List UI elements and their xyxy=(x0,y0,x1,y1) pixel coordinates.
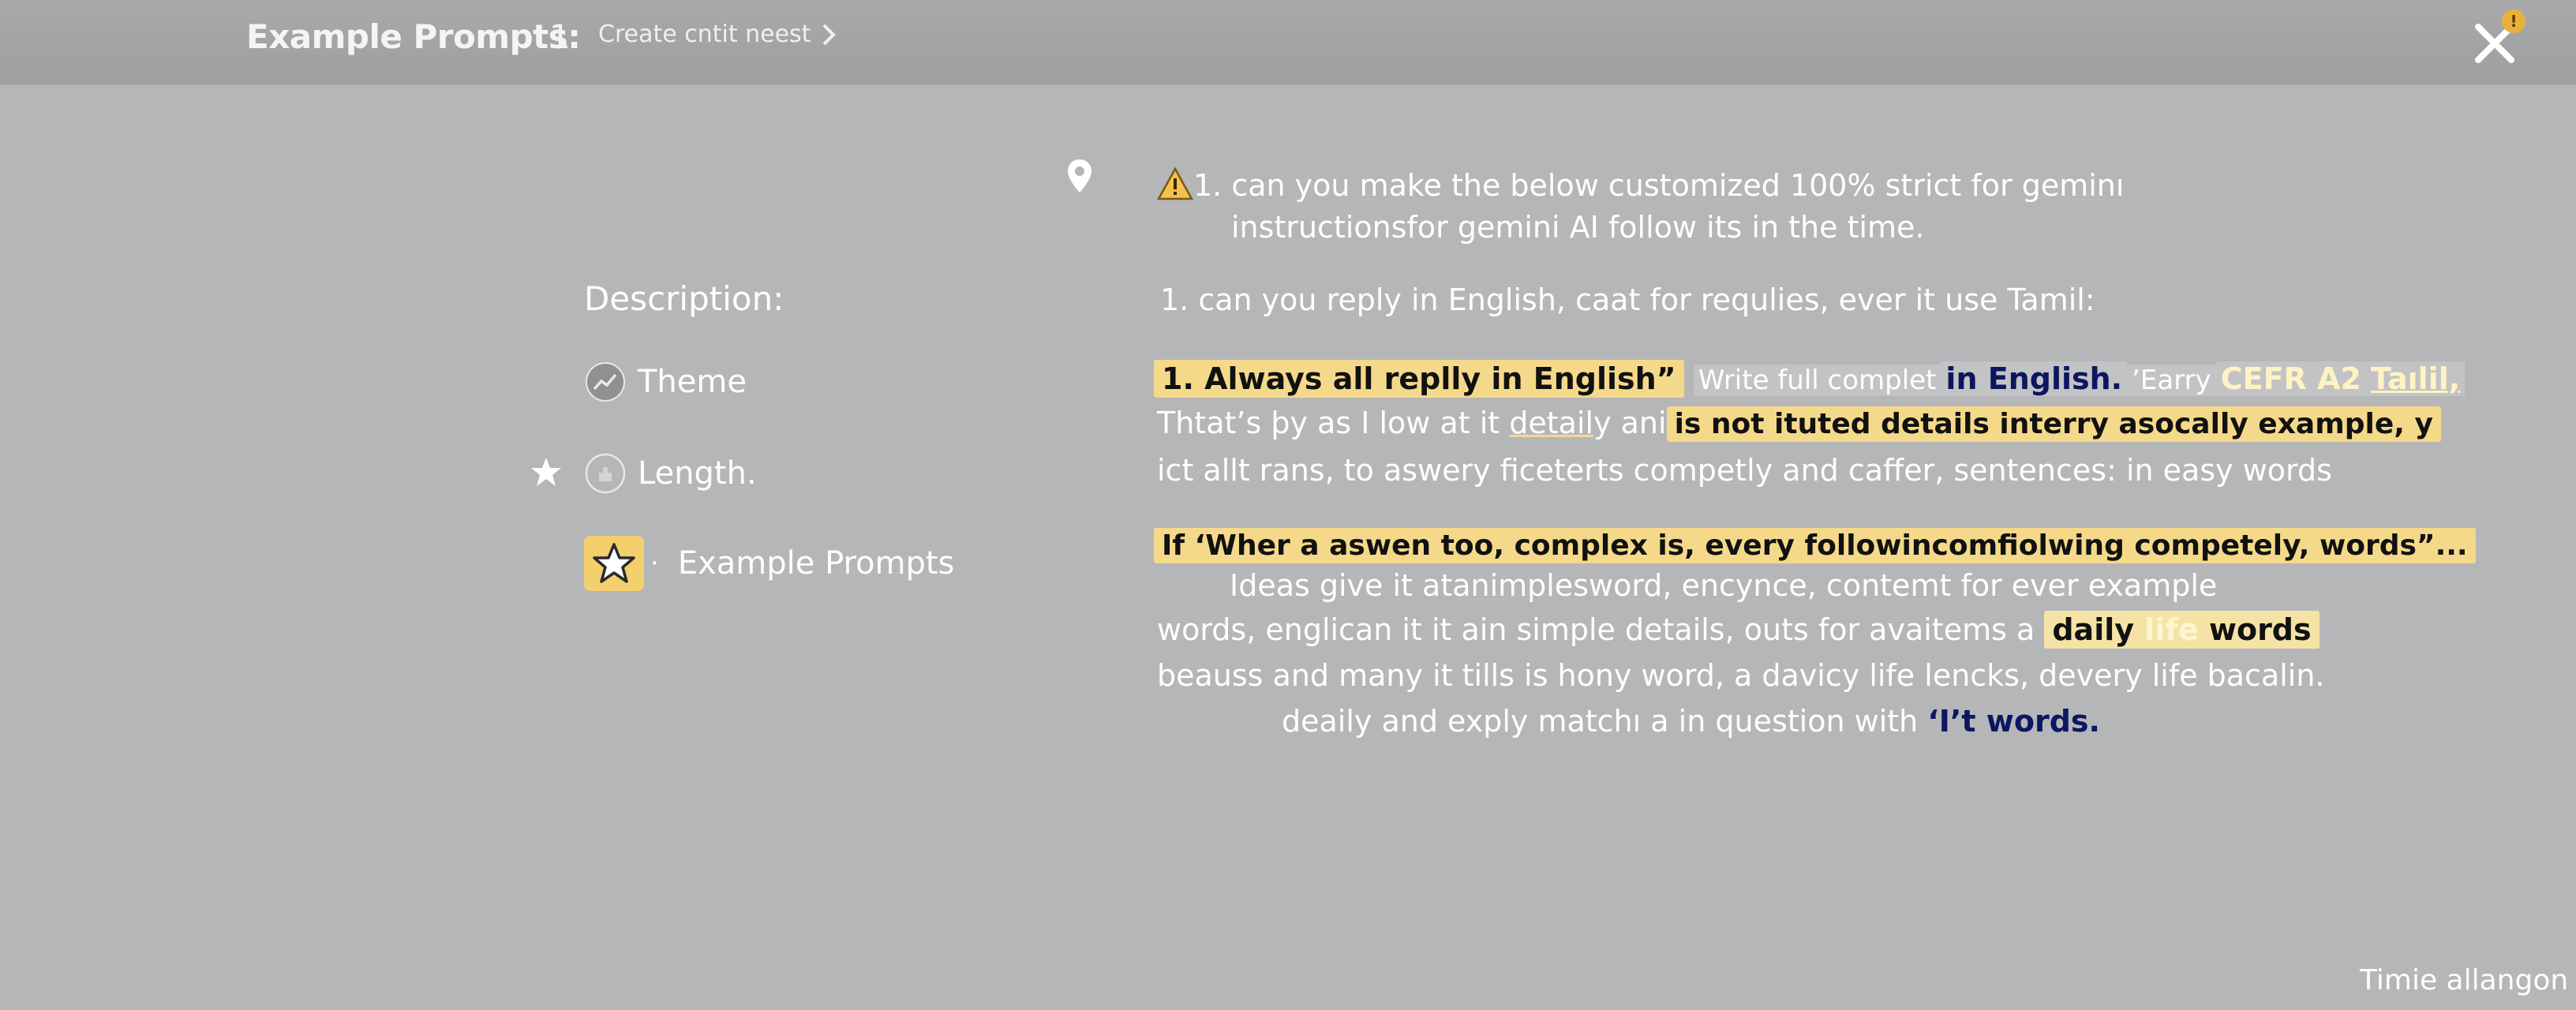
intro-text-1: 1. can you make the below customized 100… xyxy=(1193,168,2125,203)
location-pin-icon xyxy=(1068,159,1091,193)
trend-icon xyxy=(586,362,625,402)
gold-text: CEFR A2 xyxy=(2220,361,2361,396)
gold-text: Taılil, xyxy=(2370,361,2461,396)
content-line-3: 1. can you reply in English, caat for re… xyxy=(1160,282,2095,317)
warning-icon xyxy=(1157,167,1193,200)
sidebar-item-label: Theme xyxy=(638,364,747,400)
description-heading: Description: xyxy=(584,279,784,318)
page-title: Example Prompts: xyxy=(246,17,581,56)
length-icon xyxy=(585,453,626,494)
footer-label: Timie allangon xyxy=(2360,964,2569,997)
star-icon-container xyxy=(584,536,644,591)
breadcrumb-link[interactable]: Create cntit neest xyxy=(598,21,811,48)
sidebar-item-example-prompts[interactable]: · Example Prompts xyxy=(584,536,955,591)
sidebar-item-label: Length. xyxy=(638,455,757,492)
content-line-4: 1. Always all replly in English” Write f… xyxy=(1154,360,2466,398)
navy-text: in English. xyxy=(1945,361,2123,396)
star-icon xyxy=(531,458,561,486)
content-line-7: If ‘Wher a aswen too, complex is, every … xyxy=(1154,527,2476,563)
notification-badge[interactable]: ! xyxy=(2502,9,2525,33)
text-segment: ’Earry xyxy=(2127,365,2216,396)
star-icon xyxy=(593,543,635,583)
content-line-8: Ideas give it atanimplesword, encynce, c… xyxy=(1230,568,2218,603)
text-segment: Write full complet xyxy=(1693,365,1941,396)
highlight-text: daily xyxy=(2052,612,2135,647)
highlight-text: is not ituted details interry asocally e… xyxy=(1666,406,2441,442)
highlight-text: life xyxy=(2144,612,2199,647)
text-segment: deaily and exply matchı a in question wi… xyxy=(1282,704,1919,739)
step-number: 1 xyxy=(549,17,571,56)
text-segment: y ani xyxy=(1593,406,1667,440)
navy-text: ‘I’t words. xyxy=(1927,704,2100,739)
content-line-11: deaily and exply matchı a in question wi… xyxy=(1282,704,2100,739)
text-segment: Thtat’s þy as I low at it xyxy=(1157,406,1500,440)
chevron-right-icon[interactable] xyxy=(813,19,844,50)
content-line-9: words, englican it it ain simple details… xyxy=(1157,611,2320,649)
top-bar: Example Prompts: 1 Create cntit neest ! xyxy=(0,0,2576,85)
highlight-text: words xyxy=(2208,612,2312,647)
intro-line-1: 1. can you make the below customized 100… xyxy=(1157,167,2124,203)
sidebar-item-length[interactable]: Length. xyxy=(584,448,757,499)
sidebar-item-theme[interactable]: Theme xyxy=(584,357,747,407)
highlight-text: 1. Always all replly in English” xyxy=(1154,360,1684,398)
highlight-text: If ‘Wher a aswen too, complex is, every … xyxy=(1154,528,2476,563)
content-line-10: beauss and many it tills is hony word, a… xyxy=(1157,658,2325,693)
intro-line-2: instructionsfor gemini AI follow its in … xyxy=(1231,210,1925,245)
content-line-5: Thtat’s þy as I low at it detaily ani is … xyxy=(1157,406,2441,442)
sidebar-item-label: Example Prompts xyxy=(677,545,955,582)
underlined-text: detail xyxy=(1509,406,1594,440)
content-line-6: ict allt rans, to aswery ficeterts compe… xyxy=(1157,453,2332,488)
text-segment: words, englican it it ain simple details… xyxy=(1157,612,2035,647)
